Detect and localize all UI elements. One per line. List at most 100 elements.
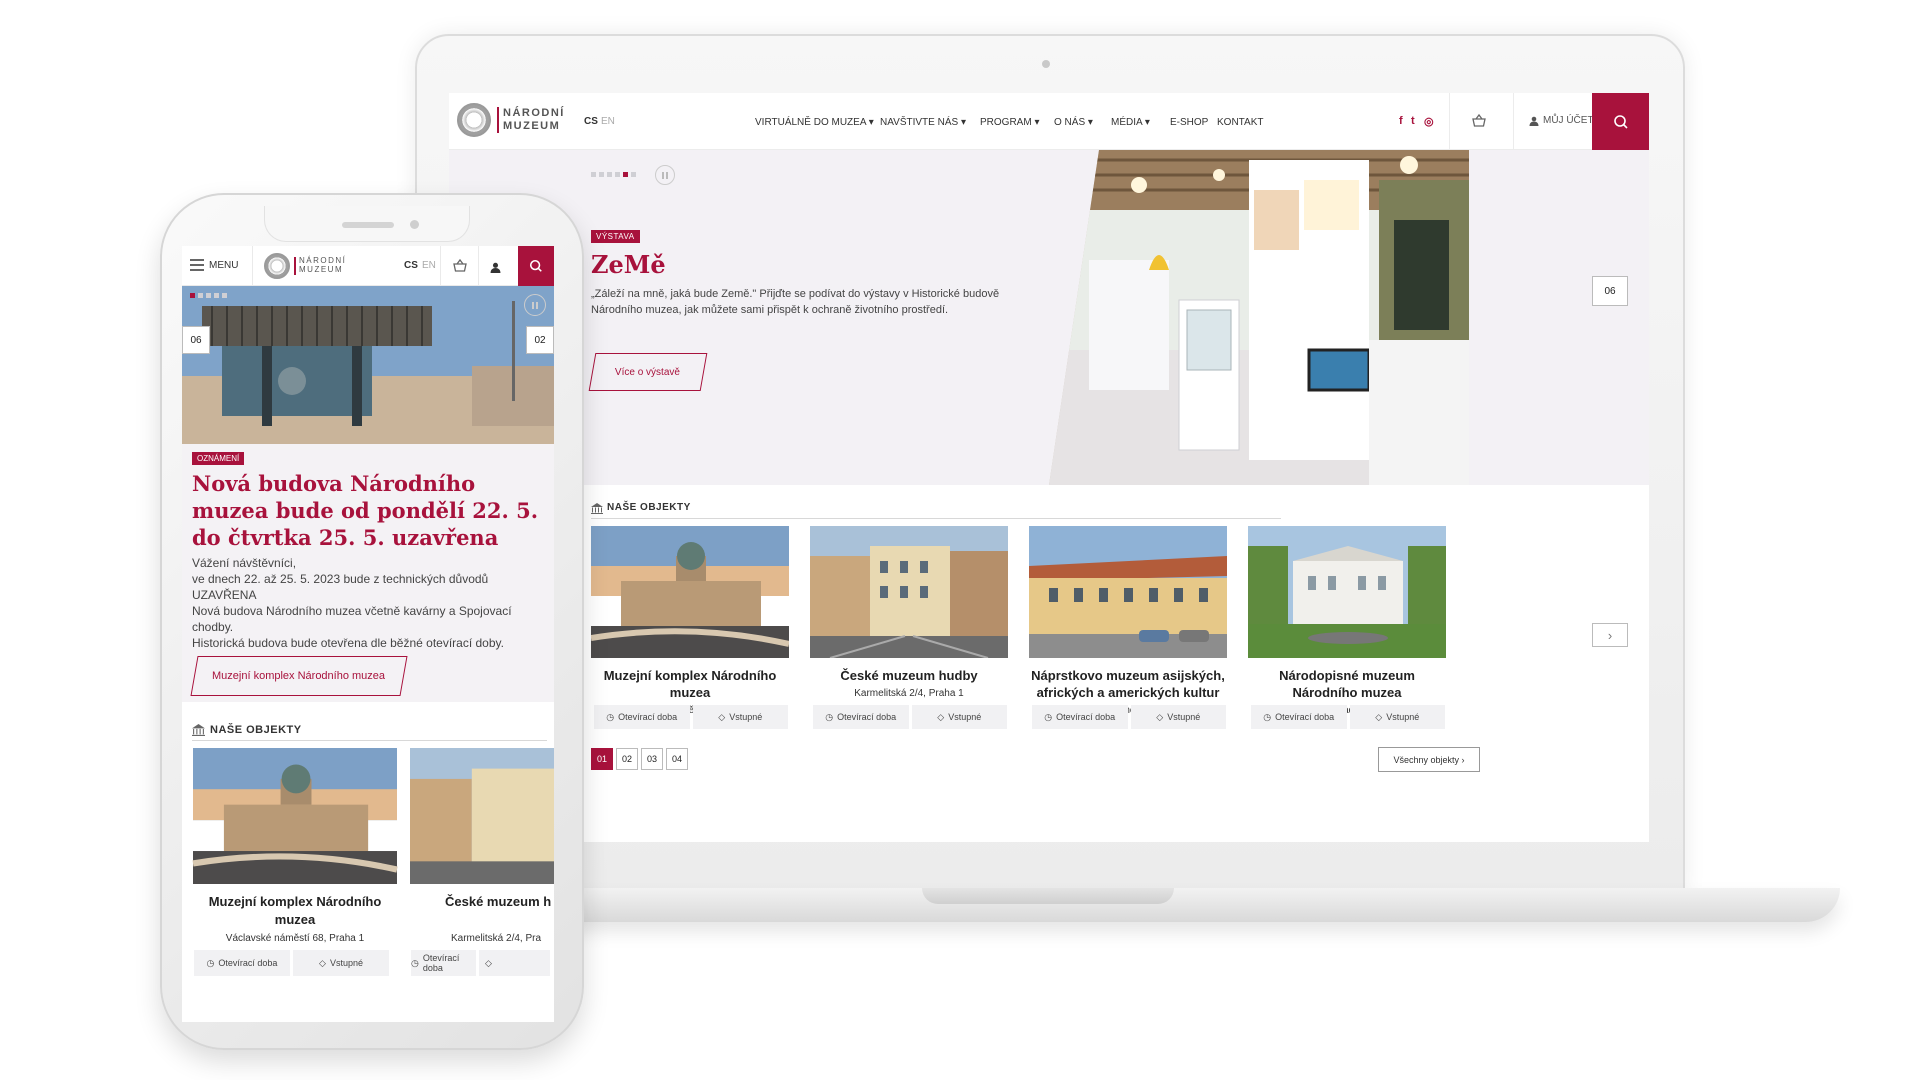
user-icon [1529,116,1539,126]
slider-dot[interactable] [591,172,596,177]
hero-exhibition-photo [1049,150,1469,485]
page-4[interactable]: 04 [666,748,688,770]
body-line: Vážení návštěvníci, [192,556,297,570]
lang-en[interactable]: EN [422,260,436,271]
ticket-icon: ◇ [1156,711,1164,722]
logo-line-2: MUZEUM [503,120,561,132]
site-logo[interactable]: NÁRODNÍ MUZEUM [457,101,563,141]
nav-contact[interactable]: KONTAKT [1217,117,1263,128]
tickets-button[interactable]: ◇ Vstupné [692,705,788,729]
opening-hours-button[interactable]: ◷ Otevírací doba [194,950,290,976]
museum-complex-button[interactable]: Muzejní komplex Národního muzea [190,656,408,696]
slider-dot[interactable] [607,172,612,177]
phone-header-separator [252,246,253,286]
card-title[interactable]: Národopisné muzeum Národního muzea [1248,667,1446,701]
objects-title: NAŠE OBJEKTY [607,502,691,513]
next-slide-number[interactable]: 06 [1592,276,1628,306]
museum-seal-icon [264,253,290,279]
tickets-button[interactable]: ◇ Vstupné [1130,705,1226,729]
opening-hours-button[interactable]: ◷ Otevírací doba [411,950,476,976]
phone-speaker [342,222,394,228]
object-card[interactable]: Muzejní komplex Národního muzea Václavsk… [192,748,398,944]
card-title[interactable]: České muzeum hudby [810,667,1008,684]
page-3[interactable]: 03 [641,748,663,770]
search-button[interactable] [1592,93,1649,150]
page-2[interactable]: 02 [616,748,638,770]
card-title[interactable]: České muzeum h [409,893,554,911]
slider-dot-active[interactable] [623,172,628,177]
header-separator [1513,93,1514,150]
tickets-label: Vstupné [948,712,982,722]
clock-icon: ◷ [411,957,419,968]
next-slide-number[interactable]: 02 [526,326,554,354]
site-logo[interactable]: NÁRODNÍ MUZEUM [264,253,345,281]
slider-dot[interactable] [206,293,211,298]
logo-divider [497,107,499,133]
card-title[interactable]: Muzejní komplex Národního muzea [591,667,789,701]
slider-dot[interactable] [615,172,620,177]
object-card[interactable]: Náprstkovo muzeum asijských, afrických a… [1029,526,1227,716]
exhibition-button[interactable]: Více o výstavě [588,353,708,391]
instagram-icon[interactable]: ◎ [1424,115,1434,128]
phone-screen: MENU NÁRODNÍ MUZEUM CS EN 06 02 OZNÁMENÍ… [182,246,554,1022]
announcement-body: Vážení návštěvníci, ve dnech 22. až 25. … [192,555,552,651]
body-line: Historická budova bude otevřena dle běžn… [192,636,504,650]
card-actions: ◷ Otevírací doba ◇ Vstupné [813,705,1007,729]
mobile-header: MENU NÁRODNÍ MUZEUM CS EN [182,246,554,286]
eshop-basket-icon[interactable] [452,258,468,279]
hero-title: ZeMě [591,250,666,279]
search-button[interactable] [518,246,554,286]
all-objects-button[interactable]: Všechny objekty › [1378,747,1480,772]
tickets-button[interactable]: ◇ [479,950,550,976]
nav-virtual[interactable]: VIRTUÁLNĚ DO MUZEA ▾ [755,117,874,128]
slider-dot[interactable] [198,293,203,298]
opening-hours-button[interactable]: ◷ Otevírací doba [594,705,690,729]
object-card[interactable]: České muzeum h Karmelitská 2/4, Pra [409,748,554,944]
pause-button[interactable] [655,165,675,185]
lang-en[interactable]: EN [601,116,615,127]
card-actions: ◷ Otevírací doba ◇ Vstupné [1032,705,1226,729]
nav-visit[interactable]: NAVŠTIVTE NÁS ▾ [880,117,966,128]
tickets-button[interactable]: ◇ Vstupné [1349,705,1445,729]
slider-dot-active[interactable] [190,293,195,298]
nav-about[interactable]: O NÁS ▾ [1054,117,1093,128]
slider-dot[interactable] [222,293,227,298]
pause-button[interactable] [524,294,546,316]
nav-media[interactable]: MÉDIA ▾ [1111,117,1150,128]
prev-slide-number[interactable]: 06 [182,326,210,354]
slider-dot[interactable] [631,172,636,177]
object-card[interactable]: České muzeum hudby Karmelitská 2/4, Prah… [810,526,1008,699]
tickets-button[interactable]: ◇ Vstupné [911,705,1007,729]
phone-header-separator [478,246,479,286]
lang-cs[interactable]: CS [404,260,418,271]
slider-dot[interactable] [599,172,604,177]
card-title[interactable]: Náprstkovo muzeum asijských, afrických a… [1029,667,1227,701]
twitter-icon[interactable]: t [1411,115,1415,127]
chevron-right-icon: › [1607,627,1613,643]
laptop-base [540,888,1840,922]
page-1[interactable]: 01 [591,748,613,770]
account-link[interactable]: MŮJ ÚČET [1529,115,1594,126]
announcement-badge: OZNÁMENÍ [192,452,245,465]
site-header: NÁRODNÍ MUZEUM CS EN VIRTUÁLNĚ DO MUZEA … [449,93,1649,150]
opening-hours-button[interactable]: ◷ Otevírací doba [1251,705,1347,729]
eshop-basket-icon[interactable] [1471,113,1487,129]
opening-hours-button[interactable]: ◷ Otevírací doba [813,705,909,729]
object-card[interactable]: Muzejní komplex Národního muzea Václavsk… [591,526,789,716]
carousel-next-button[interactable]: › [1592,623,1628,647]
tickets-button[interactable]: ◇ Vstupné [293,950,389,976]
opening-hours-button[interactable]: ◷ Otevírací doba [1032,705,1128,729]
clock-icon: ◷ [825,711,834,722]
account-button[interactable] [490,260,501,278]
menu-button[interactable]: MENU [190,259,238,271]
nav-program[interactable]: PROGRAM ▾ [980,117,1039,128]
search-icon [529,259,542,272]
slider-dot[interactable] [214,293,219,298]
lang-cs[interactable]: CS [584,116,598,127]
object-card[interactable]: Národopisné muzeum Národního muzea Kinsk… [1248,526,1446,716]
card-title[interactable]: Muzejní komplex Národního muzea [192,893,398,929]
clock-icon: ◷ [206,957,215,968]
nav-eshop[interactable]: E-SHOP [1170,117,1208,128]
museum-complex-button-label: Muzejní komplex Národního muzea [212,670,386,682]
facebook-icon[interactable]: f [1399,115,1403,127]
